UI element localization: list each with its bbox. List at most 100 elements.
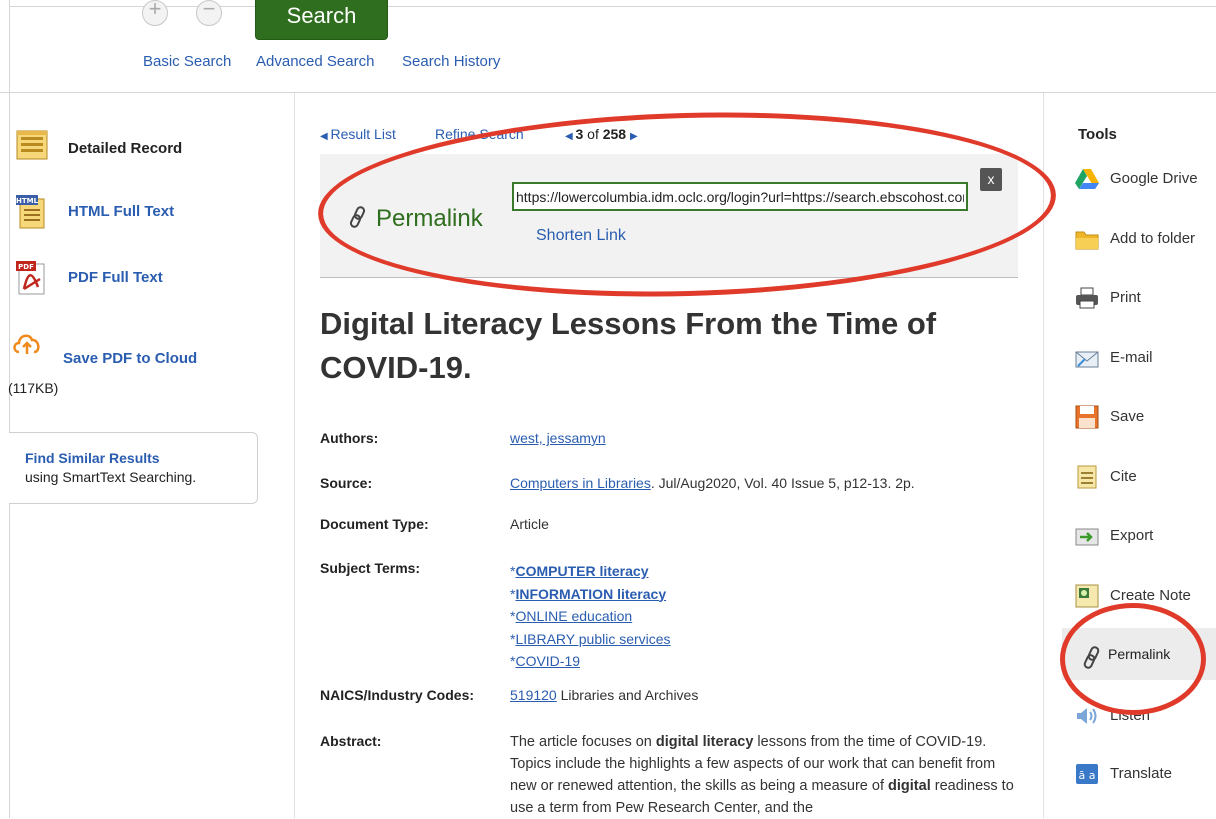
html-document-icon: HTML xyxy=(16,195,45,229)
detailed-record-icon xyxy=(16,130,48,160)
pdf-size-text: (117KB) xyxy=(8,380,59,396)
subject-term-link[interactable]: COMPUTER literacy xyxy=(515,563,648,579)
add-row-button[interactable]: + xyxy=(142,0,168,26)
document-type-value: Article xyxy=(510,516,549,532)
subject-terms-label: Subject Terms: xyxy=(320,560,421,576)
subject-term-link[interactable]: COVID-19 xyxy=(515,653,580,669)
source-value: Computers in Libraries. Jul/Aug2020, Vol… xyxy=(510,475,915,491)
advanced-search-link[interactable]: Advanced Search xyxy=(256,53,374,70)
tool-add-to-folder[interactable]: Add to folder xyxy=(1075,225,1216,255)
subject-term-link[interactable]: ONLINE education xyxy=(515,608,632,624)
tool-export[interactable]: Export xyxy=(1075,522,1216,552)
tool-label: Add to folder xyxy=(1110,230,1196,247)
tool-permalink[interactable]: Permalink xyxy=(1062,628,1216,680)
html-full-text-label: HTML Full Text xyxy=(68,203,175,220)
google-drive-icon xyxy=(1075,169,1099,189)
tool-save[interactable]: Save xyxy=(1075,403,1216,433)
abstract-highlight: digital literacy xyxy=(655,734,754,750)
subject-term-item: *COVID-19 xyxy=(510,650,671,673)
link-icon xyxy=(1083,646,1100,669)
abstract-highlight: digital xyxy=(888,778,931,794)
chain-link-icon xyxy=(349,206,366,228)
triangle-left-icon: ◀ xyxy=(320,131,331,142)
page-left-border xyxy=(9,0,10,818)
tool-google-drive[interactable]: Google Drive xyxy=(1075,165,1216,195)
search-button[interactable]: Search xyxy=(255,0,388,40)
result-list-link[interactable]: ◀ Result List xyxy=(320,126,396,142)
tools-divider xyxy=(1043,93,1044,818)
abstract-part: The article focuses on xyxy=(510,734,656,750)
next-result-icon[interactable]: ▶ xyxy=(630,131,638,142)
naics-code-link[interactable]: 519120 xyxy=(510,687,557,703)
folder-icon xyxy=(1075,231,1099,250)
svg-text:ā a: ā a xyxy=(1079,769,1096,782)
result-of-label: of xyxy=(587,126,599,142)
tool-label: E-mail xyxy=(1110,349,1153,366)
tool-label: Export xyxy=(1110,527,1154,544)
tools-heading: Tools xyxy=(1078,126,1117,143)
save-pdf-to-cloud-label: Save PDF to Cloud xyxy=(63,350,198,367)
basic-search-link[interactable]: Basic Search xyxy=(143,53,231,70)
subject-term-link[interactable]: INFORMATION literacy xyxy=(515,586,666,602)
html-badge: HTML xyxy=(16,197,39,205)
close-permalink-button[interactable]: x xyxy=(980,168,1002,191)
previous-result-icon[interactable]: ◀ xyxy=(565,131,575,142)
total-results-number: 258 xyxy=(602,126,627,142)
html-full-text-link[interactable]: HTML HTML Full Text xyxy=(16,195,216,231)
result-list-label: Result List xyxy=(330,126,396,142)
source-label: Source: xyxy=(320,475,373,491)
translate-icon: ā a xyxy=(1076,764,1098,784)
permalink-url-field[interactable] xyxy=(512,182,968,211)
save-pdf-to-cloud-link[interactable]: Save PDF to Cloud xyxy=(12,330,232,370)
tool-label: Save xyxy=(1110,408,1145,425)
shorten-link-button[interactable]: Shorten Link xyxy=(536,227,626,245)
cloud-upload-icon xyxy=(13,334,40,354)
tool-print[interactable]: Print xyxy=(1075,284,1216,314)
remove-row-button[interactable]: − xyxy=(196,0,222,26)
authors-value: west, jessamyn xyxy=(510,430,606,446)
pdf-badge: PDF xyxy=(18,263,34,271)
tool-cite[interactable]: Cite xyxy=(1075,463,1216,493)
subject-term-item: *INFORMATION literacy xyxy=(510,583,671,606)
cite-icon xyxy=(1077,465,1097,489)
detailed-record-link[interactable]: Detailed Record xyxy=(16,130,216,164)
subject-terms-list: *COMPUTER literacy *INFORMATION literacy… xyxy=(510,560,671,673)
tool-translate[interactable]: ā a Translate xyxy=(1075,760,1216,790)
refine-search-link[interactable]: Refine Search xyxy=(435,126,524,142)
permalink-panel-title: Permalink xyxy=(376,205,483,232)
subject-term-item: *LIBRARY public services xyxy=(510,628,671,651)
naics-value: 519120 Libraries and Archives xyxy=(510,687,698,703)
subject-term-link[interactable]: LIBRARY public services xyxy=(515,631,670,647)
find-similar-link[interactable]: Find Similar Results xyxy=(25,450,160,466)
subject-term-item: *COMPUTER literacy xyxy=(510,560,671,583)
permalink-panel: Permalink Shorten Link x xyxy=(320,154,1018,278)
tool-listen[interactable]: Listen xyxy=(1075,702,1216,732)
tool-create-note[interactable]: Create Note xyxy=(1075,582,1216,612)
result-pager: ◀ 3 of 258 ▶ xyxy=(565,126,638,142)
tool-label: Translate xyxy=(1110,765,1172,782)
document-type-label: Document Type: xyxy=(320,516,429,532)
author-link[interactable]: west, jessamyn xyxy=(510,430,606,446)
tool-label: Cite xyxy=(1110,468,1137,485)
source-journal-link[interactable]: Computers in Libraries xyxy=(510,475,651,491)
tool-label: Listen xyxy=(1110,707,1151,724)
note-icon xyxy=(1075,584,1099,608)
pdf-full-text-link[interactable]: PDF PDF Full Text xyxy=(16,261,216,297)
source-details: . Jul/Aug2020, Vol. 40 Issue 5, p12-13. … xyxy=(650,475,915,491)
speaker-icon xyxy=(1077,708,1097,724)
email-icon xyxy=(1075,351,1099,368)
abstract-label: Abstract: xyxy=(320,733,382,749)
subject-term-item: *ONLINE education xyxy=(510,605,671,628)
tool-label: Google Drive xyxy=(1110,170,1198,187)
tool-label: Print xyxy=(1110,289,1141,306)
search-history-link[interactable]: Search History xyxy=(402,53,500,70)
article-title: Digital Literacy Lessons From the Time o… xyxy=(320,306,937,385)
export-icon xyxy=(1075,528,1099,546)
left-sidebar-divider xyxy=(294,93,295,818)
tool-label: Create Note xyxy=(1110,587,1191,604)
top-search-header: + − Search Basic Search Advanced Search … xyxy=(0,0,1216,93)
find-similar-subtitle: using SmartText Searching. xyxy=(25,469,197,485)
naics-description: Libraries and Archives xyxy=(556,687,699,703)
tool-email[interactable]: E-mail xyxy=(1075,344,1216,374)
find-similar-box: Find Similar Results using SmartText Sea… xyxy=(9,432,258,504)
